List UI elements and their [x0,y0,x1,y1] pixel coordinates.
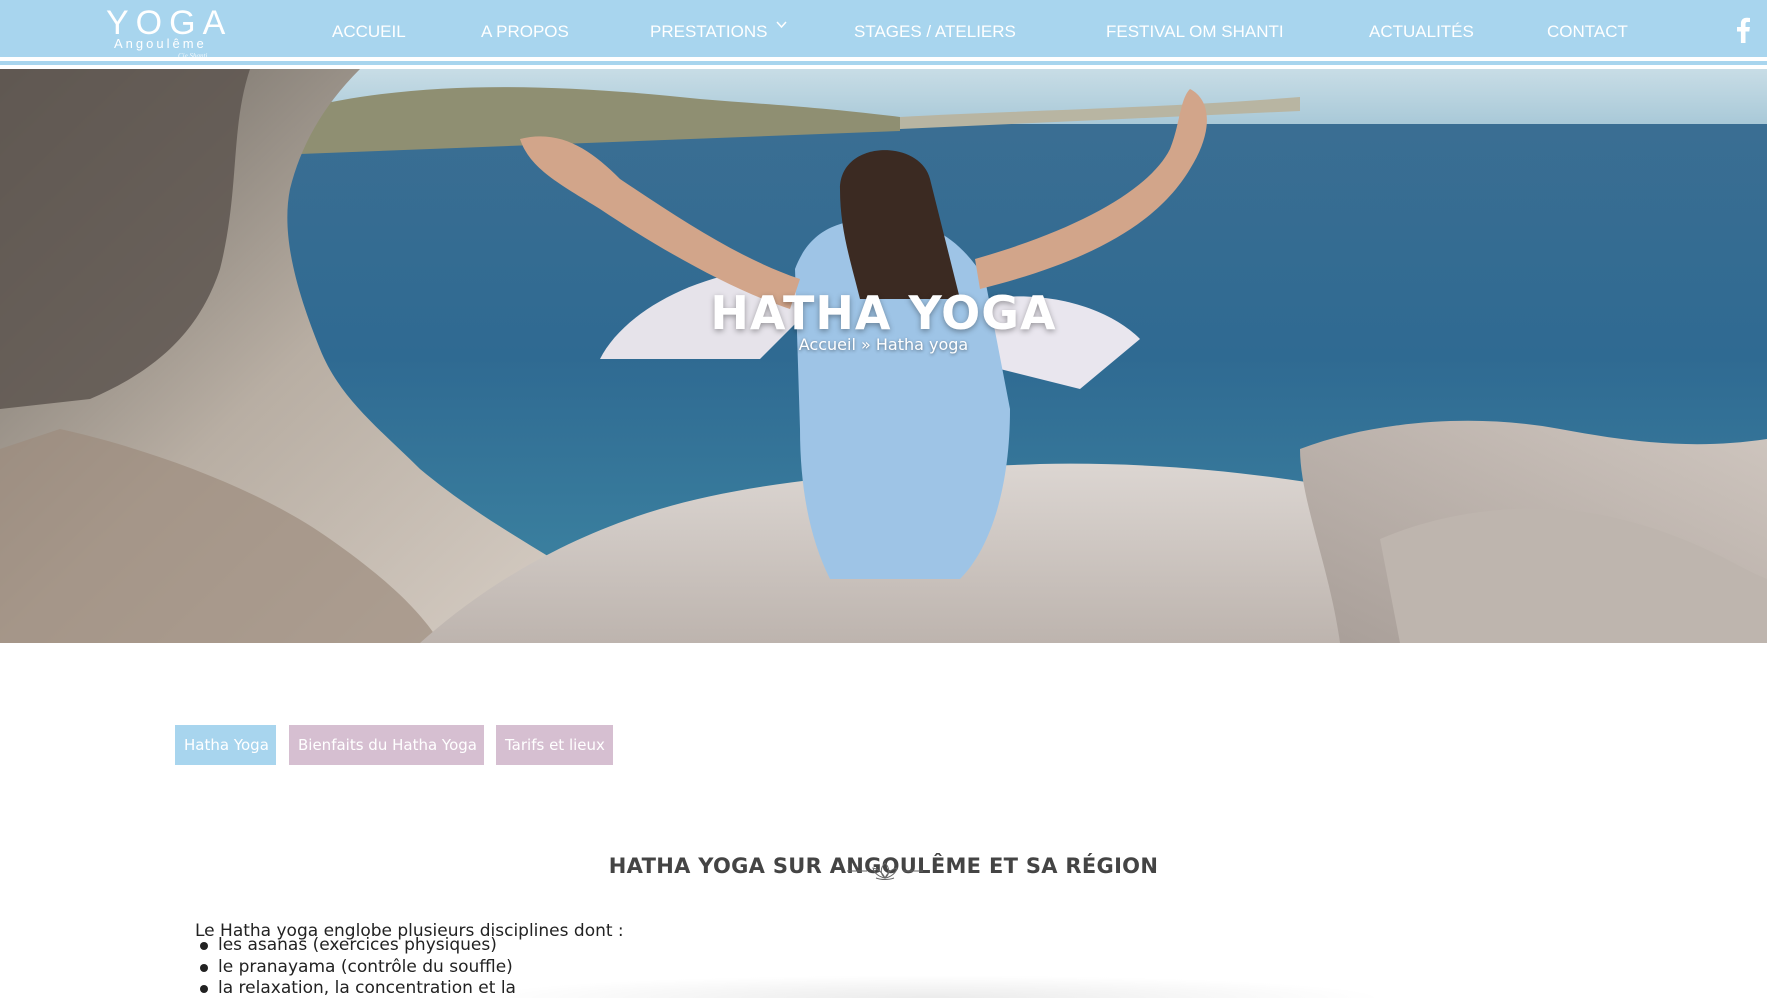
nav-item-festival-om-shanti[interactable]: FESTIVAL OM SHANTI [1106,22,1284,42]
site-header: YOGA Angoulême Cie Shanti ACCUEIL A PROP… [0,0,1767,65]
page-title: HATHA YOGA [710,285,1057,340]
nav-item-a-propos[interactable]: A PROPOS [481,22,569,42]
content-fade [470,975,1390,998]
bullet-icon [200,985,208,993]
breadcrumb: Accueil » Hatha yoga [0,335,1767,355]
lotus-icon [845,860,925,882]
list-item: les asanas (exercices physiques) [195,934,516,956]
list-item-text: les asanas (exercices physiques) [218,935,497,955]
logo-subtitle: Angoulême [114,36,207,51]
bullet-icon [200,942,208,950]
breadcrumb-separator: » [855,335,876,354]
list-item-text: le pranayama (contrôle du souffle) [218,956,513,977]
chevron-down-icon[interactable] [776,18,787,33]
breadcrumb-home-link[interactable]: Accueil [799,335,856,354]
nav-item-prestations[interactable]: PRESTATIONS [650,22,767,42]
disciplines-list: les asanas (exercices physiques) le pran… [195,934,516,999]
list-item: le pranayama (contrôle du souffle) [195,956,516,978]
site-logo[interactable]: YOGA Angoulême Cie Shanti [100,4,240,60]
bullet-icon [200,963,208,972]
hero-image [0,69,1767,643]
tab-hatha-yoga[interactable]: Hatha Yoga [175,725,276,765]
tab-tarifs-et-lieux[interactable]: Tarifs et lieux [496,725,613,765]
nav-item-actualites[interactable]: ACTUALITÉS [1369,22,1474,42]
nav-item-stages-ateliers[interactable]: STAGES / ATELIERS [854,22,1016,42]
facebook-icon[interactable] [1734,17,1752,43]
hero-banner: HATHA YOGA Accueil » Hatha yoga [0,69,1767,643]
nav-item-contact[interactable]: CONTACT [1547,22,1628,42]
nav-item-accueil[interactable]: ACCUEIL [332,22,406,42]
breadcrumb-current: Hatha yoga [875,335,969,354]
tab-bienfaits-du-hatha-yoga[interactable]: Bienfaits du Hatha Yoga [289,725,484,765]
logo-tagline: Cie Shanti [178,52,208,60]
list-item: la relaxation, la concentration et la [195,977,516,999]
